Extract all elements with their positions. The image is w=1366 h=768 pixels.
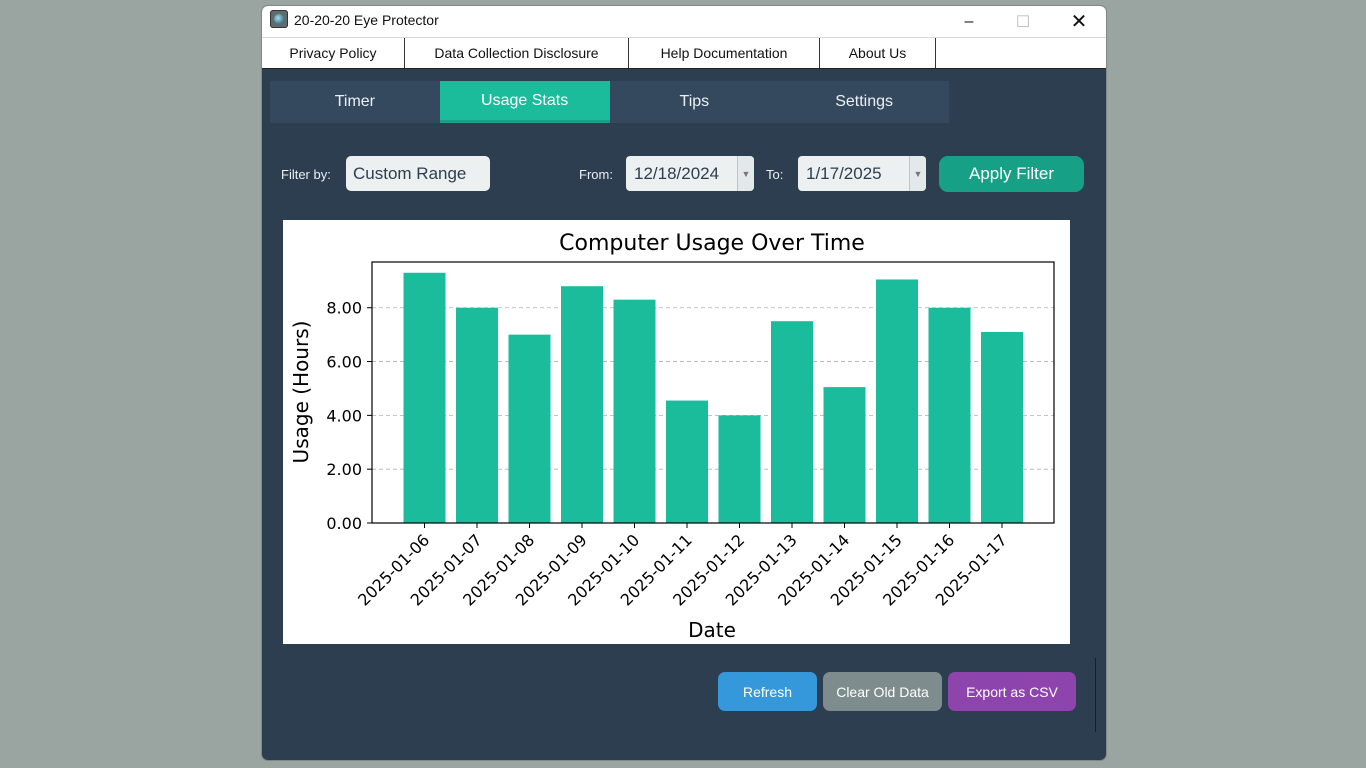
close-icon[interactable]: ✕ — [1056, 6, 1102, 37]
from-date-dropdown-icon[interactable]: ▼ — [737, 156, 754, 191]
from-date-field[interactable]: 12/18/2024 ▼ — [626, 156, 754, 191]
to-date-dropdown-icon[interactable]: ▼ — [909, 156, 926, 191]
chart-bar — [981, 331, 1023, 523]
tab-settings[interactable]: Settings — [779, 81, 949, 123]
app-window: 20-20-20 Eye Protector – ☐ ✕ Privacy Pol… — [262, 6, 1106, 760]
chart-bar — [456, 307, 498, 523]
filter-range-select[interactable]: Custom Range — [346, 156, 490, 191]
chart-x-axis-label: Date — [688, 618, 736, 642]
menu-data-collection-disclosure[interactable]: Data Collection Disclosure — [405, 38, 629, 68]
export-csv-button[interactable]: Export as CSV — [948, 672, 1076, 711]
chart-bar — [771, 321, 813, 523]
chart-bar — [718, 415, 761, 523]
tab-tips[interactable]: Tips — [609, 81, 780, 123]
chart-bar — [403, 272, 446, 523]
chart-y-tick-label: 4.00 — [326, 406, 362, 425]
chart-y-tick-label: 0.00 — [326, 514, 362, 533]
clear-old-data-button[interactable]: Clear Old Data — [823, 672, 942, 711]
chart-title: Computer Usage Over Time — [559, 231, 865, 256]
chart-y-tick-label: 2.00 — [326, 460, 362, 479]
tab-usage-stats[interactable]: Usage Stats — [439, 81, 610, 123]
filter-by-label: Filter by: — [281, 167, 331, 182]
menu-about-us[interactable]: About Us — [820, 38, 936, 68]
to-date-field[interactable]: 1/17/2025 ▼ — [798, 156, 926, 191]
minimize-icon[interactable]: – — [946, 6, 992, 37]
chart-bar — [823, 387, 866, 523]
divider — [1095, 658, 1096, 732]
chart-bar — [876, 279, 918, 523]
to-label: To: — [766, 167, 784, 182]
menu-bar: Privacy Policy Data Collection Disclosur… — [262, 37, 1106, 69]
refresh-button[interactable]: Refresh — [718, 672, 817, 711]
from-date-value: 12/18/2024 — [634, 163, 720, 183]
chart-bar — [666, 400, 708, 523]
tab-timer[interactable]: Timer — [270, 81, 440, 123]
from-label: From: — [579, 167, 613, 182]
tab-bar: Timer Usage Stats Tips Settings — [270, 81, 949, 123]
title-bar: 20-20-20 Eye Protector – ☐ ✕ — [262, 6, 1106, 37]
window-title: 20-20-20 Eye Protector — [294, 12, 439, 28]
maximize-icon[interactable]: ☐ — [1000, 6, 1046, 37]
chart-plot-area: 0.002.004.006.008.002025-01-062025-01-07… — [326, 261, 1055, 610]
to-date-value: 1/17/2025 — [806, 163, 882, 183]
usage-chart-svg: Computer Usage Over Time Date Usage (Hou… — [289, 231, 1055, 642]
app-icon — [270, 10, 288, 28]
chart-bar — [508, 334, 551, 523]
chart-y-tick-label: 8.00 — [326, 299, 362, 318]
chart-y-axis-label: Usage (Hours) — [289, 321, 313, 464]
chart-y-tick-label: 6.00 — [326, 353, 362, 372]
menu-privacy-policy[interactable]: Privacy Policy — [262, 38, 405, 68]
chart-bar — [613, 299, 656, 523]
apply-filter-button[interactable]: Apply Filter — [939, 156, 1084, 192]
menu-help-documentation[interactable]: Help Documentation — [629, 38, 820, 68]
chart-bar — [561, 286, 603, 523]
chart-bar — [928, 307, 971, 523]
usage-chart: Computer Usage Over Time Date Usage (Hou… — [283, 220, 1070, 644]
